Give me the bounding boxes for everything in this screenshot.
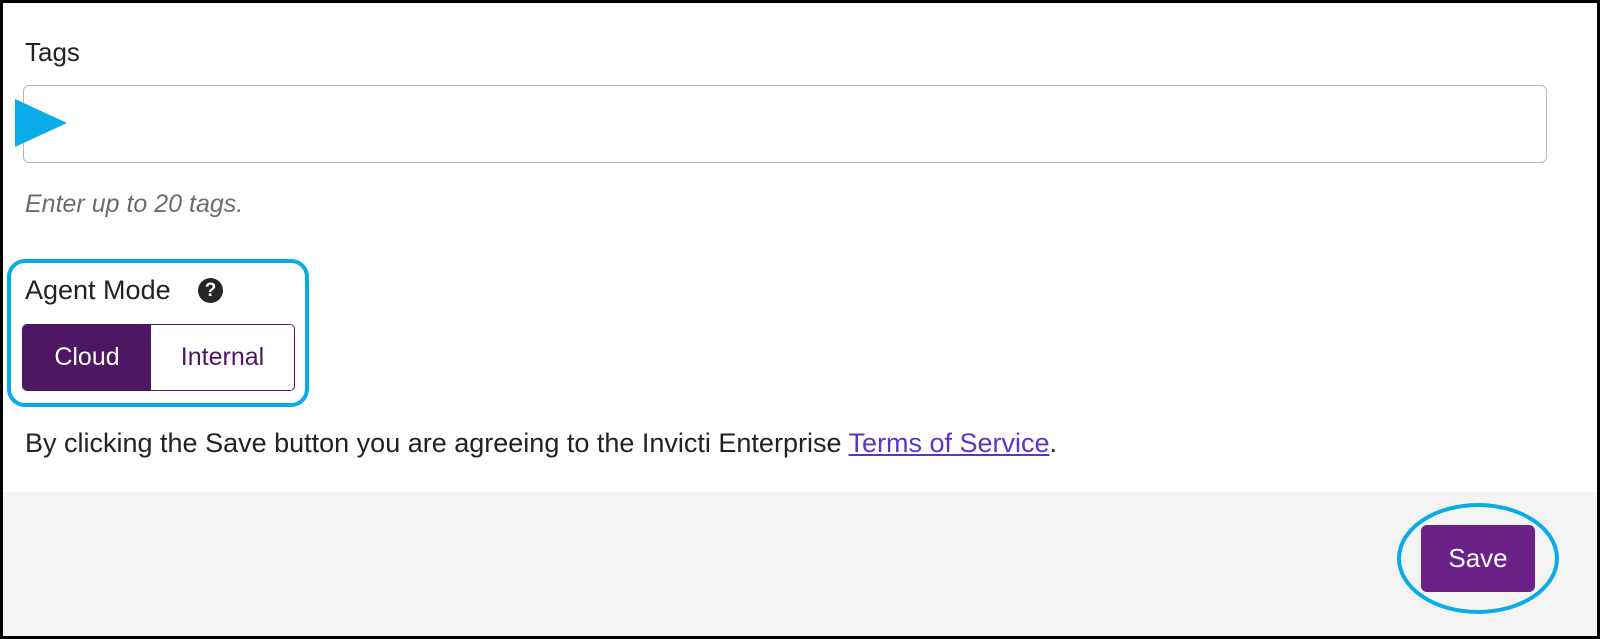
- pointer-triangle-icon: [15, 99, 67, 147]
- question-circle-icon[interactable]: ?: [198, 278, 223, 303]
- agent-mode-label: Agent Mode: [25, 275, 171, 305]
- agent-mode-cloud-option[interactable]: Cloud: [23, 325, 151, 390]
- terms-text: By clicking the Save button you are agre…: [25, 428, 1057, 459]
- agent-mode-toggle: Cloud Internal: [22, 324, 295, 391]
- agent-mode-internal-option[interactable]: Internal: [151, 325, 294, 390]
- save-button-highlight: [1397, 503, 1559, 614]
- tags-input[interactable]: [23, 85, 1547, 163]
- app-frame: Tags Enter up to 20 tags. Agent Mode ? C…: [0, 0, 1600, 639]
- tags-label: Tags: [25, 37, 80, 67]
- tags-help-text: Enter up to 20 tags.: [25, 190, 244, 218]
- footer-bar: [3, 492, 1597, 636]
- terms-suffix: .: [1049, 428, 1058, 458]
- terms-prefix: By clicking the Save button you are agre…: [25, 428, 849, 458]
- terms-of-service-link[interactable]: Terms of Service: [848, 428, 1049, 458]
